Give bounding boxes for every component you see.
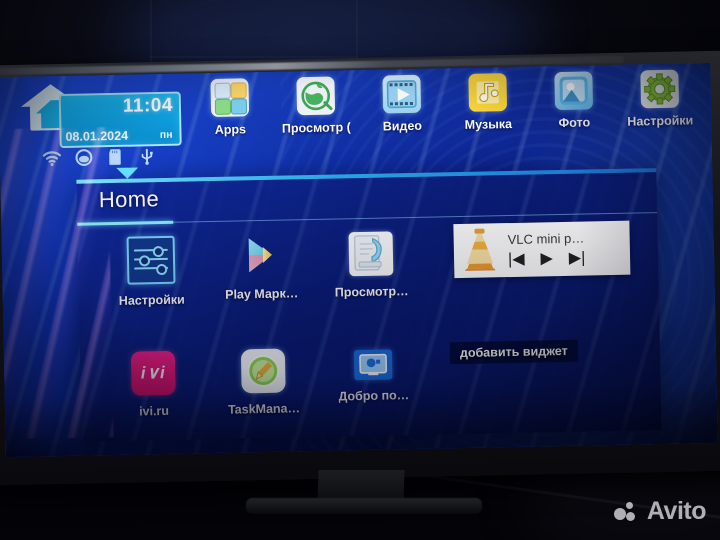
toolbar-label: Просмотр (: [281, 120, 351, 136]
toolbar-item-settings[interactable]: Настройки: [616, 69, 704, 159]
top-bar: 11:04 08.01.2024 пн Apps Просмотр (Виде…: [0, 63, 712, 175]
welcome-monitor-icon: [353, 349, 393, 381]
toolbar-label: Музыка: [464, 116, 513, 132]
page-title: Home: [98, 186, 160, 213]
browser-globe-icon: [296, 76, 336, 116]
apps-grid-icon: [210, 78, 250, 117]
settings-sliders-icon: [126, 235, 176, 285]
toolbar-item-video[interactable]: Видео: [358, 74, 446, 164]
toolbar-item-apps[interactable]: Apps: [186, 78, 274, 168]
vlc-mini-player-widget[interactable]: VLC mini p… |◀ ▶ ▶|: [453, 220, 631, 279]
tv-stand-foot: [246, 498, 482, 514]
toolbar-label: Видео: [382, 118, 423, 134]
home-panel: Home Настройки Play Марк… Просмотр… i∨i …: [76, 167, 662, 442]
next-button[interactable]: ▶|: [569, 247, 586, 267]
app-label: Просмотр…: [334, 284, 409, 300]
app-toolbar: Apps Просмотр (Видео Музыка Фото Настро…: [186, 69, 708, 167]
sdcard-icon: [105, 148, 125, 166]
vlc-cone-icon: [453, 224, 506, 277]
toolbar-item-music[interactable]: Музыка: [444, 73, 532, 163]
app-item-welcome[interactable]: Добро по…: [318, 349, 429, 415]
toolbar-label: Фото: [558, 115, 591, 131]
home-clock-widget[interactable]: 11:04 08.01.2024 пн: [12, 82, 182, 151]
avito-wordmark: Avito: [646, 497, 707, 525]
play-store-icon: [239, 234, 284, 279]
app-label: Play Марк…: [225, 286, 299, 302]
gear-icon: [640, 69, 680, 109]
avito-logo-icon: [613, 501, 640, 522]
app-item-play-market[interactable]: Play Марк…: [206, 233, 317, 306]
app-item-ivi[interactable]: i∨i ivi.ru: [98, 350, 209, 419]
vlc-widget-body: VLC mini p… |◀ ▶ ▶|: [506, 229, 631, 268]
clock-panel: 11:04 08.01.2024 пн: [58, 91, 182, 149]
app-item-task-manager[interactable]: TaskMana…: [208, 348, 319, 417]
network-icon: [73, 148, 93, 167]
room-photo: 11:04 08.01.2024 пн Apps Просмотр (Виде…: [0, 0, 720, 540]
play-button[interactable]: ▶: [540, 248, 553, 268]
television: 11:04 08.01.2024 пн Apps Просмотр (Виде…: [0, 50, 720, 486]
clock-weekday: пн: [159, 128, 173, 142]
app-label: Настройки: [118, 292, 185, 308]
vlc-transport-controls: |◀ ▶ ▶|: [508, 246, 630, 268]
avito-watermark: Avito: [613, 497, 707, 526]
status-icon-tray: [42, 146, 157, 168]
file-manager-icon: [348, 231, 394, 277]
vlc-title: VLC mini p…: [507, 230, 585, 247]
app-item-file-manager[interactable]: Просмотр…: [316, 231, 427, 304]
clock-date: 08.01.2024: [65, 128, 129, 144]
photo-icon: [554, 71, 594, 111]
add-widget-button[interactable]: добавить виджет: [449, 339, 578, 365]
app-row: i∨i ivi.ru TaskMana… Добро по…: [98, 346, 429, 420]
task-manager-icon: [240, 348, 286, 394]
app-label: Добро по…: [338, 388, 410, 404]
previous-button[interactable]: |◀: [508, 248, 525, 268]
usb-icon: [137, 147, 157, 165]
toolbar-label: Apps: [214, 122, 247, 137]
app-row: Настройки Play Марк… Просмотр…: [96, 231, 427, 309]
toolbar-item-browser[interactable]: Просмотр (: [272, 76, 360, 166]
app-label: ivi.ru: [138, 403, 170, 419]
app-grid: Настройки Play Марк… Просмотр… i∨i ivi.r…: [96, 231, 430, 420]
toolbar-label: Настройки: [627, 113, 694, 129]
tab-indicator: [77, 220, 174, 226]
wifi-icon: [42, 149, 62, 167]
tv-launcher-ui: 11:04 08.01.2024 пн Apps Просмотр (Виде…: [0, 62, 718, 458]
clock-time: 11:04: [122, 94, 174, 117]
video-player-icon: [382, 74, 422, 114]
app-item-settings[interactable]: Настройки: [96, 235, 207, 308]
app-label: TaskMana…: [227, 401, 301, 417]
toolbar-item-photo[interactable]: Фото: [530, 71, 618, 161]
selected-pointer-icon: [116, 167, 139, 179]
tv-screen: 11:04 08.01.2024 пн Apps Просмотр (Виде…: [0, 62, 718, 458]
music-note-icon: [468, 73, 508, 112]
ivi-icon: i∨i: [130, 350, 176, 396]
